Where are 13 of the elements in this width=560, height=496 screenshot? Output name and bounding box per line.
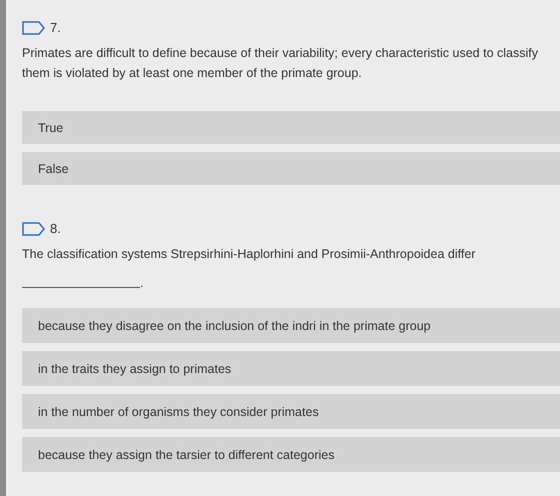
answer-option[interactable]: True bbox=[22, 111, 560, 144]
flag-icon[interactable] bbox=[22, 20, 46, 34]
flag-icon[interactable] bbox=[22, 222, 46, 236]
question-number: 7. bbox=[50, 20, 61, 35]
question-text: The classification systems Strepsirhini-Haplorhini and Prosimii-Anthropoidea differ bbox=[22, 246, 476, 263]
answer-option[interactable]: False bbox=[22, 152, 560, 185]
answer-option[interactable]: in the number of organisms they consider primates bbox=[22, 394, 560, 429]
answer-option[interactable]: in the traits they assign to primates bbox=[22, 351, 560, 386]
question-number: 8. bbox=[50, 221, 61, 236]
punctuation: . bbox=[140, 278, 144, 288]
question-text: Primates are difficult to define because of their variability; every characteristic used to classify them is violated by at least one member of the primate group. bbox=[22, 45, 539, 82]
answer-option[interactable]: because they disagree on the inclusion of the indri in the primate group bbox=[22, 308, 560, 343]
answer-option[interactable]: because they assign the tarsier to different categories bbox=[22, 437, 560, 472]
